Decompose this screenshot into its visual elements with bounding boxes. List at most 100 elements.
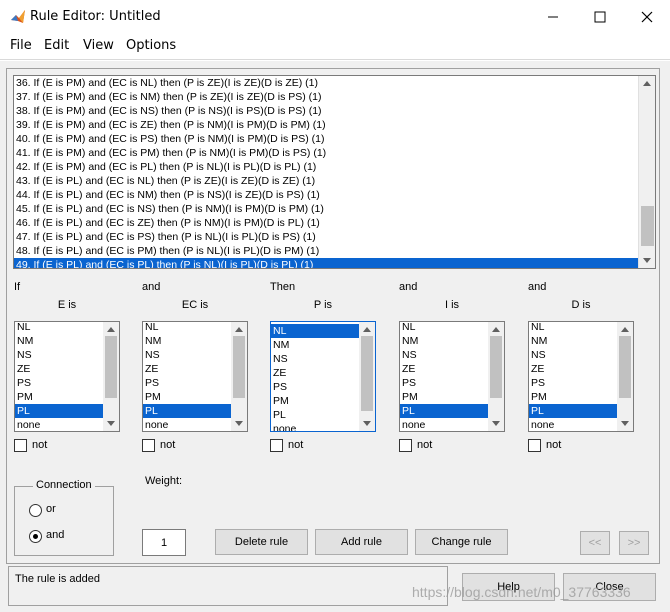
scroll-thumb[interactable]	[641, 206, 654, 246]
listbox-item[interactable]: NM	[271, 338, 359, 352]
listbox-scrollbar[interactable]	[359, 322, 375, 431]
listbox-scrollbar[interactable]	[103, 322, 119, 431]
listbox-item[interactable]: PM	[529, 390, 617, 404]
not-checkbox[interactable]	[142, 439, 155, 452]
menu-edit[interactable]: Edit	[44, 38, 69, 53]
listbox-item[interactable]: PS	[15, 376, 103, 390]
listbox-item[interactable]: PL	[143, 404, 231, 418]
menu-options[interactable]: Options	[126, 38, 176, 53]
listbox-item[interactable]: NL	[400, 322, 488, 334]
listbox-item[interactable]: PL	[529, 404, 617, 418]
listbox-item[interactable]: NL	[143, 322, 231, 334]
listbox-scrollbar[interactable]	[231, 322, 247, 431]
listbox-item[interactable]: NS	[400, 348, 488, 362]
scroll-up-icon[interactable]	[107, 327, 115, 332]
rule-row[interactable]: 45. If (E is PL) and (EC is NS) then (P …	[14, 202, 639, 216]
listbox-item[interactable]: NM	[15, 334, 103, 348]
listbox-item[interactable]: NL	[15, 322, 103, 334]
scroll-thumb[interactable]	[105, 336, 117, 398]
scroll-down-icon[interactable]	[621, 421, 629, 426]
not-checkbox[interactable]	[14, 439, 27, 452]
rule-row[interactable]: 36. If (E is PM) and (EC is NL) then (P …	[14, 76, 639, 90]
rules-list[interactable]: 36. If (E is PM) and (EC is NL) then (P …	[13, 75, 656, 269]
scroll-down-icon[interactable]	[492, 421, 500, 426]
rule-row[interactable]: 39. If (E is PM) and (EC is ZE) then (P …	[14, 118, 639, 132]
scroll-down-icon[interactable]	[643, 258, 651, 263]
rule-row[interactable]: 47. If (E is PL) and (EC is PS) then (P …	[14, 230, 639, 244]
rule-row[interactable]: 38. If (E is PM) and (EC is NS) then (P …	[14, 104, 639, 118]
listbox-item[interactable]: ZE	[15, 362, 103, 376]
listbox-item[interactable]: NM	[529, 334, 617, 348]
scroll-down-icon[interactable]	[235, 421, 243, 426]
rule-row[interactable]: 44. If (E is PL) and (EC is NM) then (P …	[14, 188, 639, 202]
rule-row[interactable]: 40. If (E is PM) and (EC is PS) then (P …	[14, 132, 639, 146]
rule-row[interactable]: 41. If (E is PM) and (EC is PM) then (P …	[14, 146, 639, 160]
listbox-item[interactable]: NS	[529, 348, 617, 362]
not-checkbox[interactable]	[270, 439, 283, 452]
rule-row[interactable]: 37. If (E is PM) and (EC is NM) then (P …	[14, 90, 639, 104]
scroll-down-icon[interactable]	[363, 421, 371, 426]
membership-listbox[interactable]: NL NM NS ZE PS PM PL none	[270, 321, 376, 432]
listbox-item[interactable]: PL	[400, 404, 488, 418]
listbox-item[interactable]: PS	[400, 376, 488, 390]
change-rule-button[interactable]: Change rule	[415, 529, 508, 555]
rule-row[interactable]: 49. If (E is PL) and (EC is PL) then (P …	[14, 257, 640, 268]
rule-row[interactable]: 46. If (E is PL) and (EC is ZE) then (P …	[14, 216, 639, 230]
listbox-item[interactable]: ZE	[529, 362, 617, 376]
connection-or-radio[interactable]	[29, 504, 42, 517]
menu-view[interactable]: View	[83, 38, 114, 53]
not-checkbox[interactable]	[528, 439, 541, 452]
listbox-scrollbar[interactable]	[488, 322, 504, 431]
listbox-scrollbar[interactable]	[617, 322, 633, 431]
listbox-item[interactable]: NS	[271, 352, 359, 366]
scroll-up-icon[interactable]	[643, 81, 651, 86]
scroll-down-icon[interactable]	[107, 421, 115, 426]
listbox-item[interactable]: NL	[271, 324, 359, 338]
scroll-thumb[interactable]	[361, 336, 373, 411]
connection-and-radio[interactable]	[29, 530, 42, 543]
weight-input[interactable]: 1	[142, 529, 186, 556]
close-window-button[interactable]	[624, 0, 670, 34]
listbox-item[interactable]: NM	[400, 334, 488, 348]
maximize-button[interactable]	[577, 0, 623, 34]
rule-row[interactable]: 43. If (E is PL) and (EC is NL) then (P …	[14, 174, 639, 188]
listbox-item[interactable]: ZE	[143, 362, 231, 376]
prev-button[interactable]: <<	[580, 531, 610, 555]
scroll-thumb[interactable]	[490, 336, 502, 398]
listbox-item[interactable]: PS	[143, 376, 231, 390]
listbox-item[interactable]: PL	[271, 408, 359, 422]
listbox-item[interactable]: none	[15, 418, 103, 431]
scroll-thumb[interactable]	[619, 336, 631, 398]
listbox-item[interactable]: ZE	[271, 366, 359, 380]
scroll-up-icon[interactable]	[363, 327, 371, 332]
listbox-item[interactable]: NS	[143, 348, 231, 362]
rule-row[interactable]: 42. If (E is PM) and (EC is PL) then (P …	[14, 160, 639, 174]
listbox-item[interactable]: PM	[400, 390, 488, 404]
listbox-item[interactable]: PM	[143, 390, 231, 404]
membership-listbox[interactable]: NL NM NS ZE PS PM PL none	[14, 321, 120, 432]
minimize-button[interactable]	[530, 0, 576, 34]
next-button[interactable]: >>	[619, 531, 649, 555]
add-rule-button[interactable]: Add rule	[315, 529, 408, 555]
membership-listbox[interactable]: NL NM NS ZE PS PM PL none	[142, 321, 248, 432]
listbox-item[interactable]: none	[529, 418, 617, 431]
scroll-up-icon[interactable]	[235, 327, 243, 332]
listbox-item[interactable]: none	[143, 418, 231, 431]
listbox-item[interactable]: ZE	[400, 362, 488, 376]
menu-file[interactable]: File	[10, 38, 32, 53]
listbox-item[interactable]: PL	[15, 404, 103, 418]
listbox-item[interactable]: none	[400, 418, 488, 431]
listbox-item[interactable]: PM	[271, 394, 359, 408]
scroll-thumb[interactable]	[233, 336, 245, 398]
rule-row[interactable]: 48. If (E is PL) and (EC is PM) then (P …	[14, 244, 639, 258]
not-checkbox[interactable]	[399, 439, 412, 452]
listbox-item[interactable]: none	[271, 422, 359, 431]
listbox-item[interactable]: PS	[271, 380, 359, 394]
listbox-item[interactable]: NM	[143, 334, 231, 348]
membership-listbox[interactable]: NL NM NS ZE PS PM PL none	[528, 321, 634, 432]
scroll-up-icon[interactable]	[621, 327, 629, 332]
listbox-item[interactable]: PM	[15, 390, 103, 404]
listbox-item[interactable]: NS	[15, 348, 103, 362]
rules-scrollbar[interactable]	[638, 76, 655, 268]
scroll-up-icon[interactable]	[492, 327, 500, 332]
